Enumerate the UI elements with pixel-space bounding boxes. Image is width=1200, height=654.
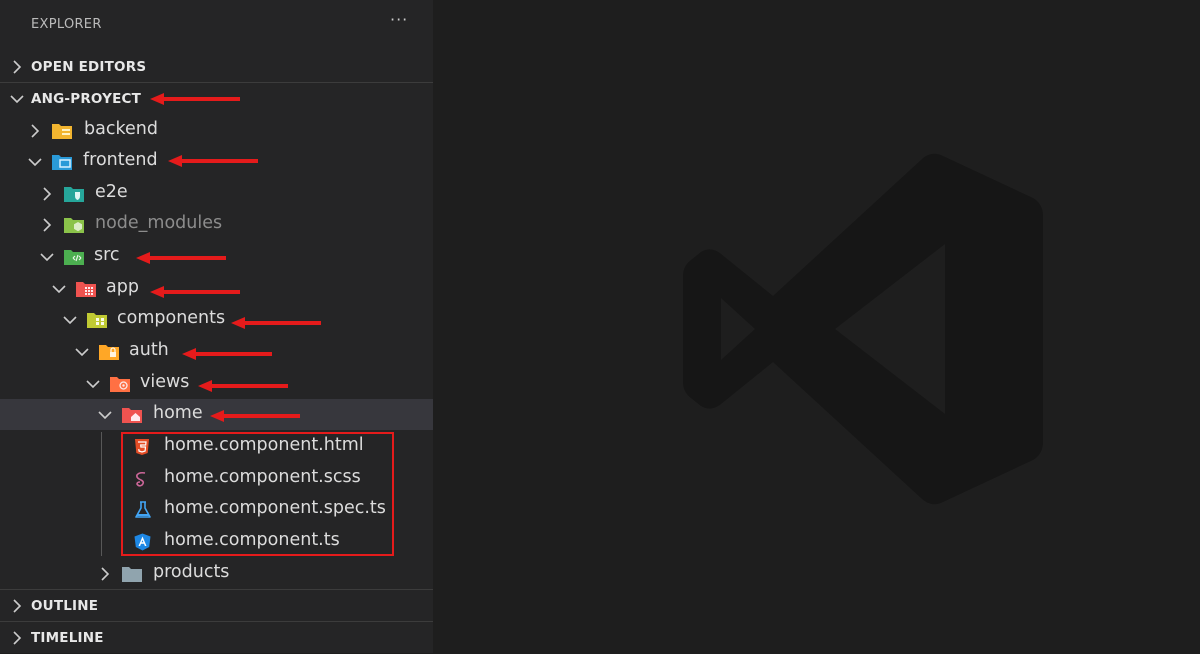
section-label: ANG-PROYECT [31,91,142,107]
annotation-arrow [168,155,258,167]
tree-label: node_modules [95,213,223,233]
section-outline[interactable]: OUTLINE [0,590,433,622]
chevron-right-icon [43,187,52,201]
chevron-down-icon [75,348,89,357]
folder-node-icon [64,218,84,233]
tree-item-components[interactable]: components [0,304,433,335]
tree-label: auth [129,340,169,360]
folder-backend-icon [52,124,72,139]
chevron-right-icon [43,218,52,232]
chevron-right-icon [31,124,40,138]
tree-label: products [153,562,230,582]
section-label: OPEN EDITORS [31,59,147,75]
annotation-highlight-box [121,432,394,556]
tree-label: home [153,403,203,423]
folder-components-icon [87,313,107,328]
tree-label: src [94,245,120,265]
annotation-arrow [182,348,272,360]
ellipsis-icon[interactable]: ··· [390,10,408,29]
tree-item-e2e[interactable]: e2e [0,178,433,209]
tree-label: app [106,277,139,297]
folder-auth-icon [99,345,119,360]
folder-icon [122,567,142,582]
tree-label: views [140,372,190,392]
chevron-right-icon [13,631,22,645]
tree-label: e2e [95,182,128,202]
tree-item-node-modules[interactable]: node_modules [0,209,433,240]
chevron-down-icon [63,316,77,325]
chevron-down-icon [10,95,24,104]
annotation-arrow [210,410,300,422]
chevron-down-icon [98,411,112,420]
chevron-right-icon [13,599,22,613]
annotation-arrow [198,380,288,392]
chevron-down-icon [40,253,54,262]
folder-frontend-icon [52,155,72,170]
chevron-right-icon [13,60,22,74]
annotation-arrow [136,252,226,264]
folder-e2e-icon [64,187,84,202]
tree-label: backend [84,119,158,139]
section-label: OUTLINE [31,598,99,614]
chevron-down-icon [52,285,66,294]
section-open-editors[interactable]: OPEN EDITORS [0,51,433,83]
annotation-arrow [150,286,240,298]
explorer-title: EXPLORER [31,17,102,32]
folder-home-icon [122,408,142,423]
annotation-arrow [231,317,321,329]
folder-views-icon [110,377,130,392]
vscode-logo-icon [683,153,1043,505]
tree-item-products[interactable]: products [0,558,433,589]
folder-src-icon [64,250,84,265]
editor-area [433,0,1200,653]
chevron-down-icon [28,158,42,167]
section-label: TIMELINE [31,630,104,646]
chevron-right-icon [101,567,110,581]
explorer-sidebar: EXPLORER ··· OPEN EDITORS ANG-PROYECT ba… [0,0,433,653]
tree-item-backend[interactable]: backend [0,115,433,146]
section-timeline[interactable]: TIMELINE [0,622,433,654]
chevron-down-icon [86,380,100,389]
tree-label: components [117,308,226,328]
annotation-arrow [150,93,240,105]
folder-app-icon [76,282,96,297]
tree-label: frontend [83,150,158,170]
